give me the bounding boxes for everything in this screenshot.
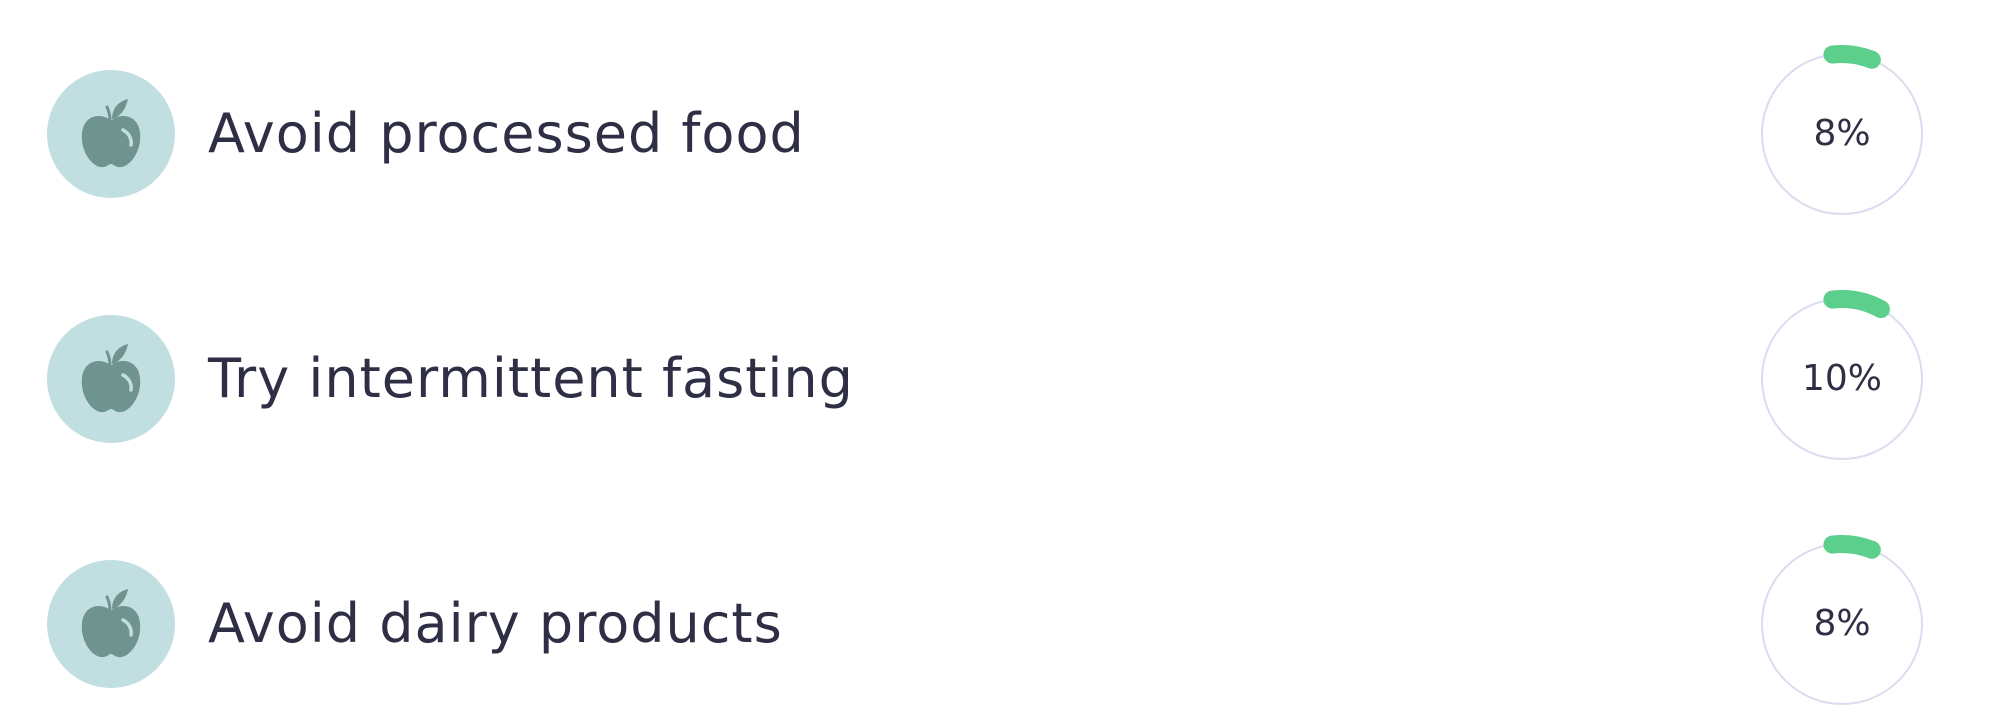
- progress-ring: 10%: [1748, 285, 1936, 473]
- habit-label: Avoid processed food: [208, 102, 805, 165]
- apple-icon: [81, 589, 141, 658]
- apple-icon: [81, 99, 141, 168]
- habit-avatar: [47, 70, 175, 198]
- apple-icon: [81, 344, 141, 413]
- habit-label: Avoid dairy products: [208, 592, 783, 655]
- progress-percent: 8%: [1813, 603, 1871, 644]
- list-item[interactable]: Avoid processed food 8%: [0, 45, 1994, 215]
- habit-label: Try intermittent fasting: [208, 347, 854, 410]
- progress-ring: 8%: [1748, 530, 1936, 718]
- habit-avatar: [47, 560, 175, 688]
- habit-avatar: [47, 315, 175, 443]
- list-item[interactable]: Avoid dairy products 8%: [0, 535, 1994, 705]
- progress-percent: 8%: [1813, 113, 1871, 154]
- list-item[interactable]: Try intermittent fasting 10%: [0, 290, 1994, 460]
- progress-ring: 8%: [1748, 40, 1936, 228]
- progress-percent: 10%: [1801, 358, 1882, 399]
- habit-list: Avoid processed food 8% Try intermittent…: [0, 0, 1994, 726]
